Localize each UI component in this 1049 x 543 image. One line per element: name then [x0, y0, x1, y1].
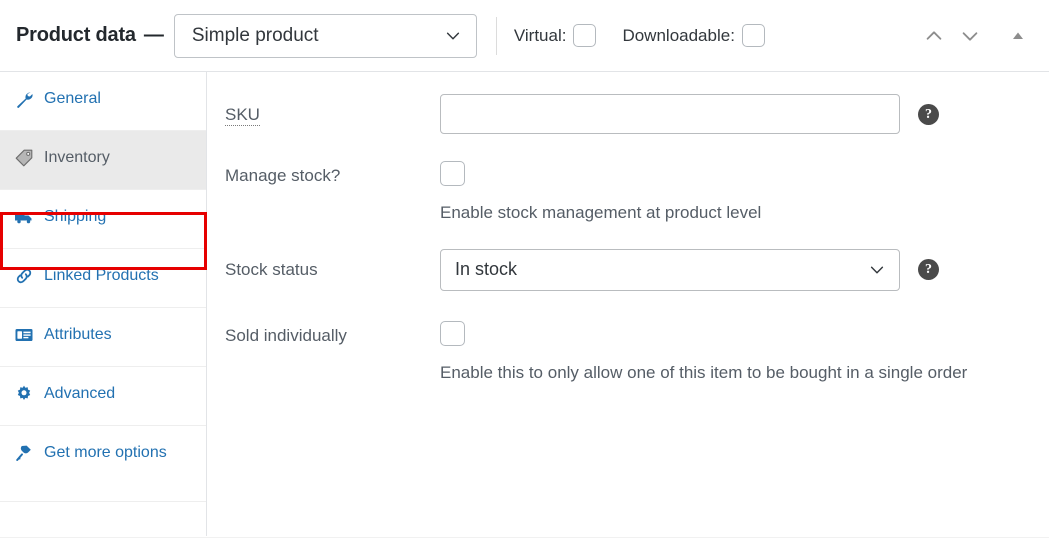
stock-status-select[interactable]: In stock	[440, 248, 900, 291]
downloadable-checkbox[interactable]	[741, 24, 765, 47]
manage-stock-description: Enable stock management at product level	[440, 203, 762, 222]
plug-icon	[13, 442, 35, 464]
virtual-checkbox[interactable]	[573, 24, 597, 47]
sidebar-item-label: Advanced	[44, 385, 116, 402]
page-title: Product data	[16, 24, 136, 46]
wrench-icon	[13, 88, 35, 110]
sidebar-item-advanced[interactable]: Advanced	[0, 367, 206, 426]
link-icon	[13, 265, 35, 287]
stock-status-value: In stock	[455, 259, 518, 280]
sidebar-item-inventory[interactable]: Inventory	[0, 131, 206, 190]
sku-input[interactable]	[440, 94, 900, 134]
sold-individually-description: Enable this to only allow one of this it…	[440, 362, 968, 382]
stock-status-field-col: In stock ?	[440, 248, 1049, 291]
sidebar-item-general[interactable]: General	[0, 72, 206, 131]
sidebar-item-shipping[interactable]: Shipping	[0, 190, 206, 249]
virtual-checkbox-group: Virtual:	[514, 24, 597, 47]
stock-status-label: Stock status	[225, 259, 318, 279]
gear-icon	[13, 383, 35, 405]
virtual-label: Virtual:	[513, 25, 567, 45]
product-data-header: Product data — Simple product Virtual: D…	[0, 0, 1049, 72]
sold-individually-field-col: Enable this to only allow one of this it…	[440, 315, 1049, 388]
product-data-panel: Product data — Simple product Virtual: D…	[0, 0, 1049, 543]
sku-row: SKU ?	[207, 94, 1049, 134]
panel-footer-strip	[0, 537, 1049, 543]
question-mark-icon[interactable]: ?	[918, 258, 939, 280]
header-controls	[919, 21, 1033, 51]
manage-stock-field-col: Enable stock management at product level	[440, 155, 1049, 228]
sidebar-item-label: Shipping	[44, 208, 107, 225]
move-down-button[interactable]	[955, 21, 985, 51]
sidebar-item-attributes[interactable]: Attributes	[0, 308, 206, 367]
chevron-down-icon	[868, 261, 886, 279]
stock-status-label-col: Stock status	[225, 249, 440, 283]
sidebar-item-label: General	[44, 90, 101, 107]
sidebar-item-linked-products[interactable]: Linked Products	[0, 249, 206, 308]
sku-field-col: ?	[440, 94, 1049, 134]
sidebar-item-label: Get more options	[44, 444, 167, 461]
list-card-icon	[13, 324, 35, 346]
sold-individually-row: Sold individually Enable this to only al…	[207, 315, 1049, 388]
sku-label-col: SKU	[225, 94, 440, 128]
sold-individually-checkbox[interactable]	[440, 320, 465, 346]
question-mark-icon[interactable]: ?	[918, 104, 939, 125]
sidebar-item-get-more-options[interactable]: Get more options	[0, 426, 206, 502]
manage-stock-checkbox-row	[440, 155, 465, 186]
sidebar-item-label: Attributes	[44, 326, 112, 343]
downloadable-checkbox-group: Downloadable:	[622, 24, 765, 47]
stock-status-row: Stock status In stock ?	[207, 248, 1049, 291]
product-data-tabs: General Inventory Shipping Linked Produc…	[0, 72, 207, 536]
product-type-select[interactable]: Simple product	[173, 13, 477, 58]
truck-icon	[13, 206, 35, 228]
sku-label-text: SKU	[225, 105, 260, 126]
manage-stock-row: Manage stock? Enable stock management at…	[207, 155, 1049, 228]
sidebar-item-label: Inventory	[44, 149, 110, 166]
tag-icon	[13, 147, 35, 169]
chevron-down-icon	[444, 27, 462, 45]
product-data-body: General Inventory Shipping Linked Produc…	[0, 72, 1049, 536]
manage-stock-label-col: Manage stock?	[225, 155, 440, 189]
downloadable-label: Downloadable:	[622, 25, 735, 45]
collapse-panel-button[interactable]	[1003, 21, 1033, 51]
move-up-button[interactable]	[919, 21, 949, 51]
sku-label: SKU	[225, 94, 440, 128]
product-type-value: Simple product	[191, 24, 319, 46]
header-divider	[495, 16, 497, 55]
manage-stock-label: Manage stock?	[225, 166, 341, 185]
manage-stock-checkbox[interactable]	[440, 161, 465, 186]
sold-individually-label: Sold individually	[225, 325, 347, 345]
title-dash: —	[143, 24, 164, 46]
sold-individually-checkbox-row	[440, 315, 465, 346]
inventory-panel: SKU ? Manage stock? Enable stock managem…	[207, 72, 1049, 536]
sidebar-item-label: Linked Products	[44, 267, 159, 284]
sold-individually-label-col: Sold individually	[225, 315, 440, 349]
